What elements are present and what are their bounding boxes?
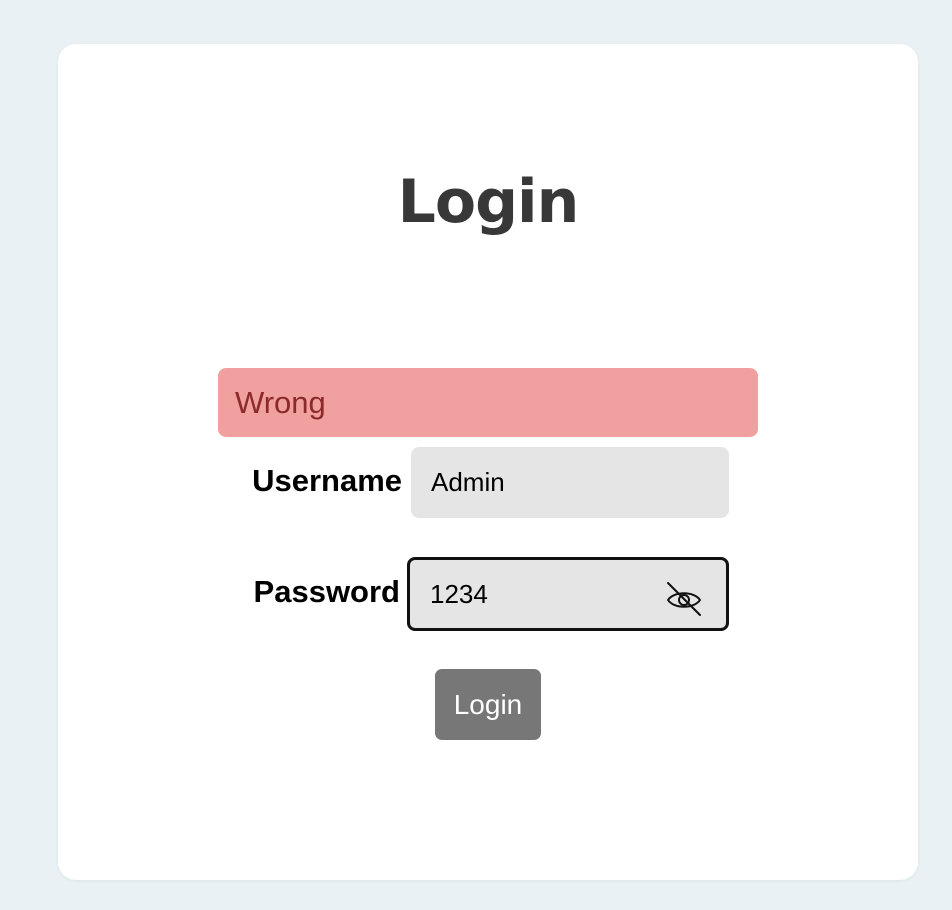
username-field[interactable]: Admin xyxy=(411,447,729,518)
username-value: Admin xyxy=(431,467,505,497)
username-label: Username xyxy=(252,463,402,498)
error-banner: Wrong xyxy=(218,368,758,437)
password-field[interactable]: 1234 xyxy=(407,557,729,631)
login-button[interactable]: Login xyxy=(435,669,541,740)
page-title: Login xyxy=(397,167,580,237)
login-card: Login Wrong Username Admin Password 1234… xyxy=(58,44,918,880)
eye-off-icon[interactable] xyxy=(664,575,704,616)
password-label: Password xyxy=(253,574,400,609)
password-value: 1234 xyxy=(430,579,488,609)
